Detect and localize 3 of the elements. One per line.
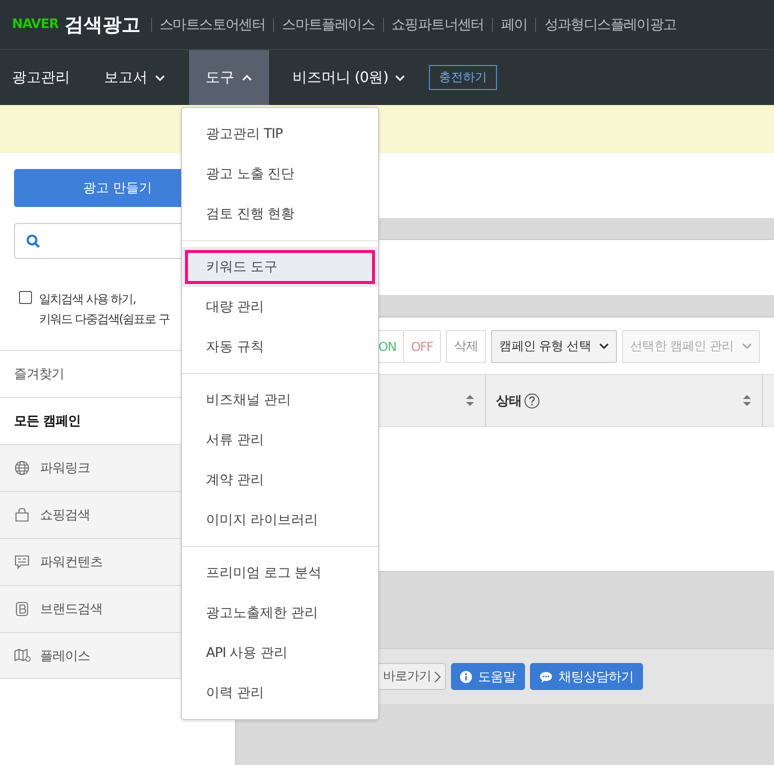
checkbox-label: 일치검색 사용 하기, [39, 291, 136, 308]
checkbox-label: 키워드 다중검색(쉼표로 구 [39, 311, 170, 328]
column-title: 상태 [496, 392, 522, 410]
